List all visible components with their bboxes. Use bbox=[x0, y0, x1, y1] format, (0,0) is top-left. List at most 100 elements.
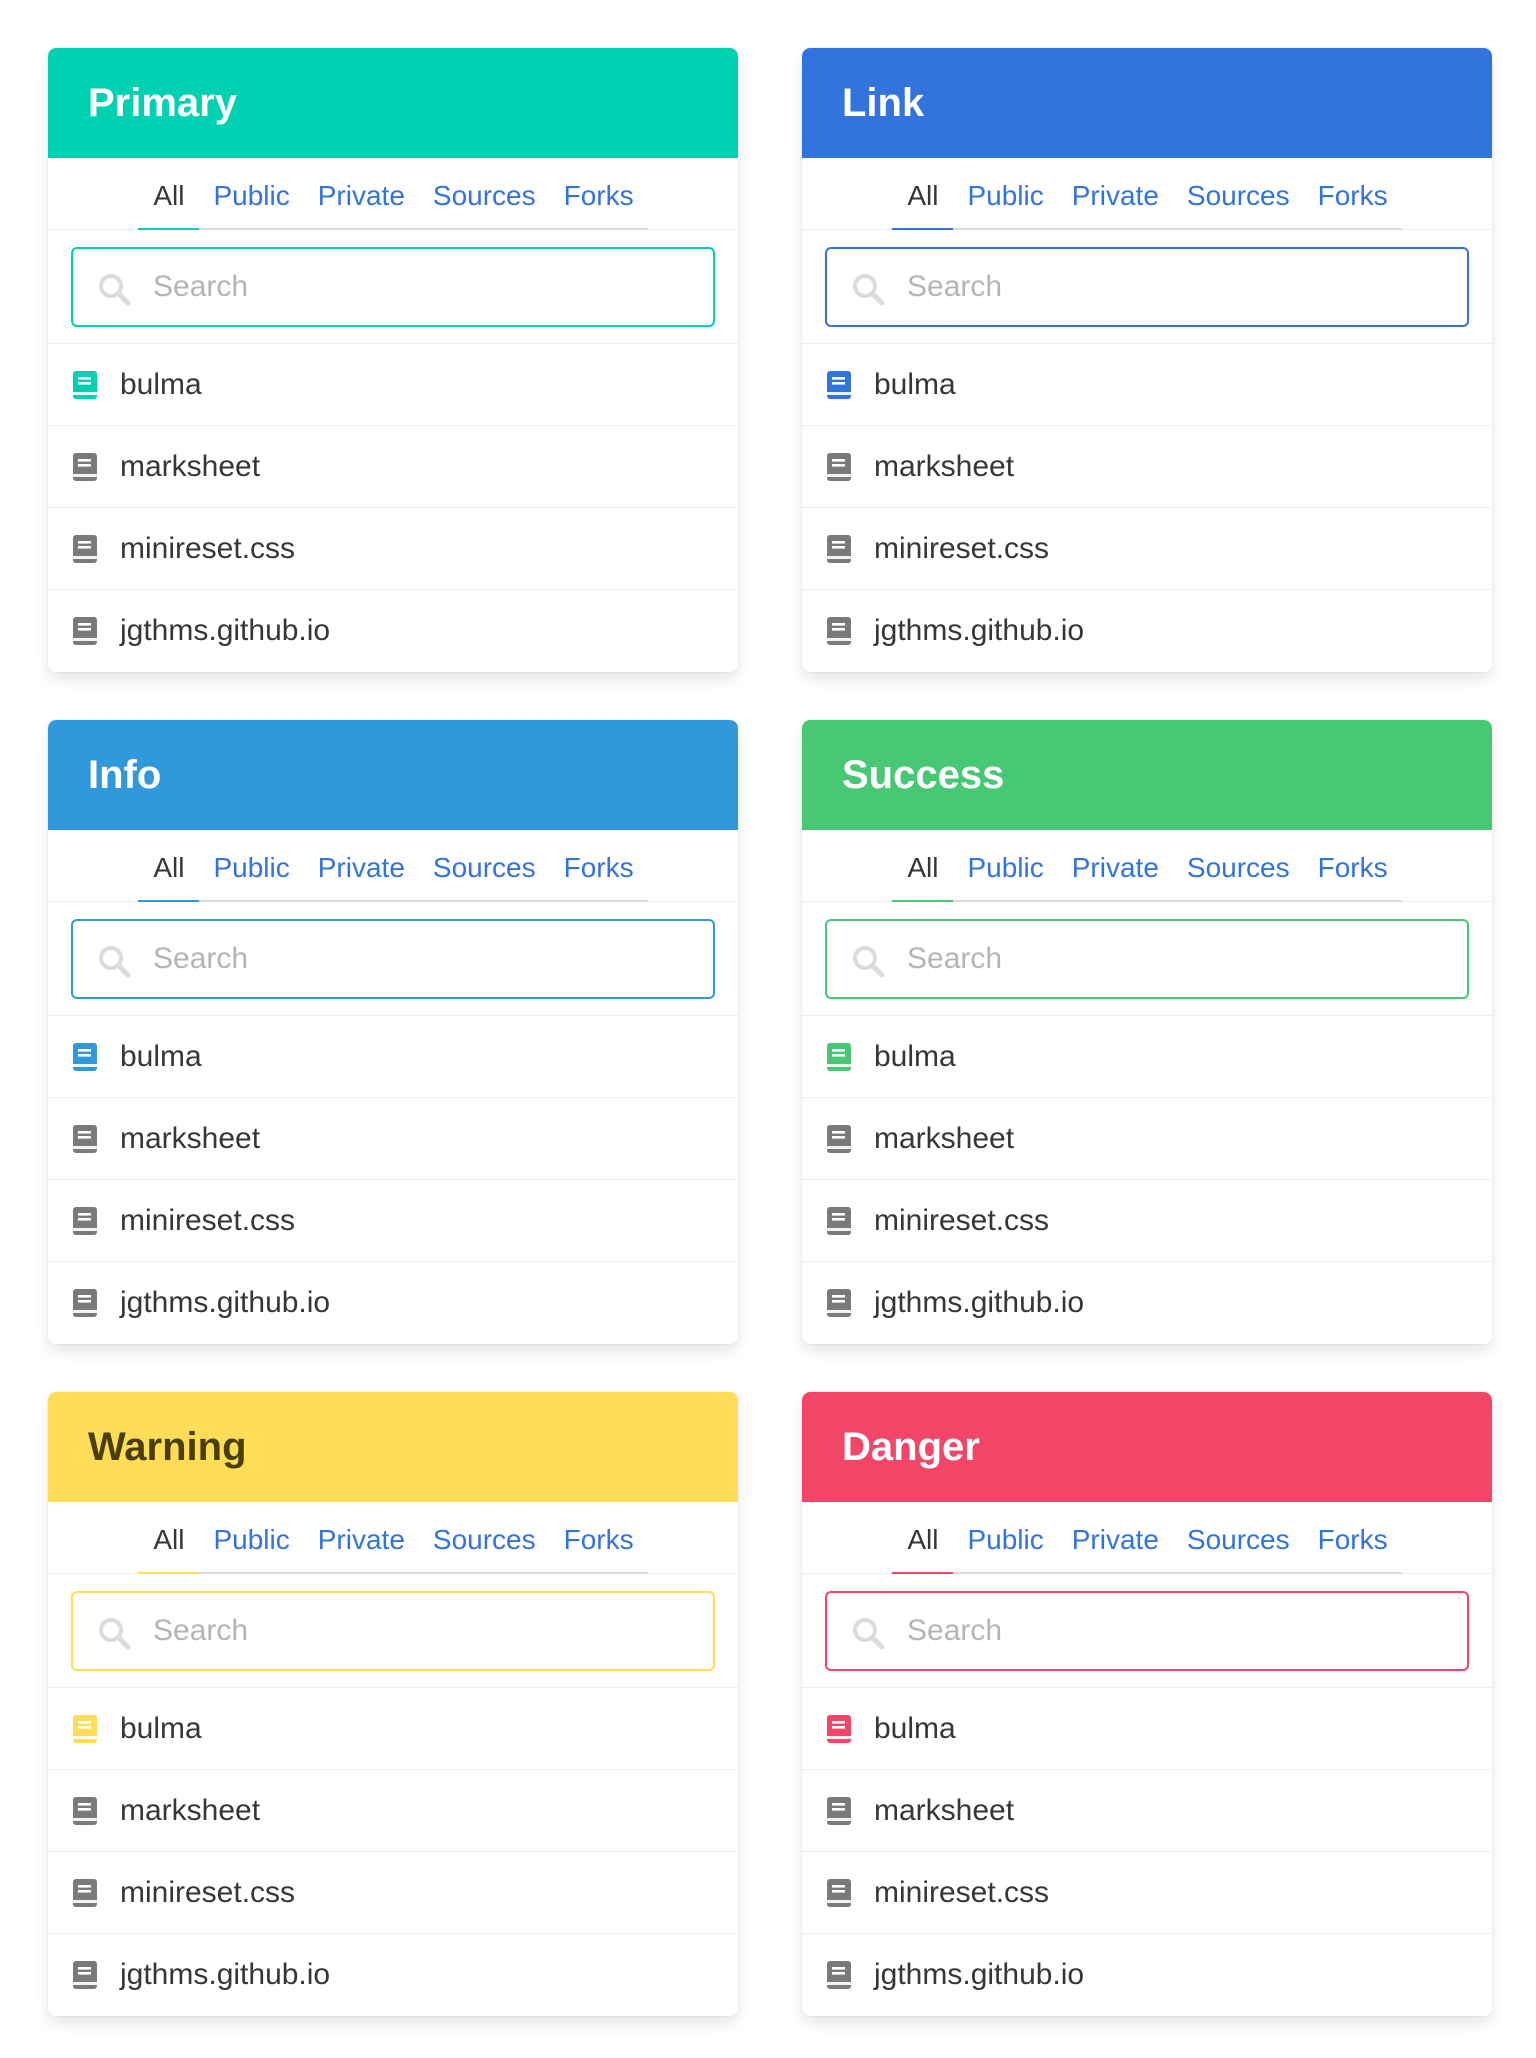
book-icon bbox=[72, 1796, 98, 1826]
book-icon bbox=[72, 1878, 98, 1908]
repo-item[interactable]: minireset.css bbox=[48, 1180, 738, 1262]
search-field bbox=[825, 246, 1469, 327]
tab-all[interactable]: All bbox=[138, 180, 200, 230]
tab-public[interactable]: Public bbox=[199, 852, 303, 902]
repo-name: jgthms.github.io bbox=[874, 614, 1085, 647]
repo-item[interactable]: jgthms.github.io bbox=[48, 590, 738, 672]
book-icon bbox=[826, 1206, 852, 1236]
book-icon bbox=[72, 616, 98, 646]
repo-item[interactable]: minireset.css bbox=[802, 1852, 1492, 1934]
repo-item[interactable]: marksheet bbox=[802, 426, 1492, 508]
repo-item[interactable]: bulma bbox=[802, 1688, 1492, 1770]
tab-forks[interactable]: Forks bbox=[1304, 180, 1402, 230]
repo-name: marksheet bbox=[120, 1793, 261, 1827]
repo-item[interactable]: bulma bbox=[802, 344, 1492, 426]
search-input[interactable] bbox=[827, 1591, 1467, 1670]
tab-all[interactable]: All bbox=[892, 180, 954, 230]
tab-sources[interactable]: Sources bbox=[419, 852, 550, 902]
repo-name: jgthms.github.io bbox=[120, 1286, 331, 1319]
repo-item[interactable]: marksheet bbox=[48, 1098, 738, 1180]
repo-item[interactable]: jgthms.github.io bbox=[48, 1934, 738, 2016]
tab-all[interactable]: All bbox=[892, 1524, 954, 1574]
book-icon bbox=[826, 1796, 852, 1826]
search-block bbox=[802, 1574, 1492, 1688]
repo-item[interactable]: jgthms.github.io bbox=[802, 1934, 1492, 2016]
panel-tabs: All Public Private Sources Forks bbox=[48, 830, 738, 902]
repo-name: marksheet bbox=[120, 1121, 261, 1155]
repo-item[interactable]: marksheet bbox=[48, 1770, 738, 1852]
search-field bbox=[825, 1590, 1469, 1671]
search-input[interactable] bbox=[73, 919, 713, 998]
search-field bbox=[71, 1590, 715, 1671]
tab-forks[interactable]: Forks bbox=[550, 852, 648, 902]
repo-item[interactable]: marksheet bbox=[802, 1770, 1492, 1852]
book-icon bbox=[826, 1042, 852, 1072]
repo-item[interactable]: bulma bbox=[48, 344, 738, 426]
book-icon bbox=[826, 616, 852, 646]
book-icon bbox=[826, 1124, 852, 1154]
panel-tabs: All Public Private Sources Forks bbox=[802, 830, 1492, 902]
book-icon bbox=[72, 452, 98, 482]
search-block bbox=[48, 230, 738, 344]
repo-item[interactable]: minireset.css bbox=[802, 508, 1492, 590]
repo-item[interactable]: bulma bbox=[48, 1016, 738, 1098]
repo-item[interactable]: bulma bbox=[802, 1016, 1492, 1098]
book-icon bbox=[72, 1124, 98, 1154]
repo-item[interactable]: jgthms.github.io bbox=[48, 1262, 738, 1344]
tab-private[interactable]: Private bbox=[1058, 180, 1173, 230]
search-input[interactable] bbox=[827, 919, 1467, 998]
panel-heading: Success bbox=[802, 720, 1492, 830]
tab-all[interactable]: All bbox=[138, 1524, 200, 1574]
tab-private[interactable]: Private bbox=[1058, 852, 1173, 902]
book-icon bbox=[72, 1042, 98, 1072]
panel-heading: Info bbox=[48, 720, 738, 830]
tab-sources[interactable]: Sources bbox=[419, 1524, 550, 1574]
repo-item[interactable]: minireset.css bbox=[802, 1180, 1492, 1262]
tab-public[interactable]: Public bbox=[953, 852, 1057, 902]
panel-danger: DangerAllPublicPrivateSourcesForksbulmam… bbox=[802, 1392, 1492, 2016]
repo-item[interactable]: bulma bbox=[48, 1688, 738, 1770]
tab-private[interactable]: Private bbox=[304, 180, 419, 230]
repo-name: jgthms.github.io bbox=[120, 614, 331, 647]
repo-name: bulma bbox=[874, 1711, 956, 1745]
search-block bbox=[48, 1574, 738, 1688]
repo-name: minireset.css bbox=[120, 1875, 296, 1909]
repo-name: minireset.css bbox=[120, 1203, 296, 1237]
tab-forks[interactable]: Forks bbox=[1304, 852, 1402, 902]
search-input[interactable] bbox=[827, 247, 1467, 326]
tab-all[interactable]: All bbox=[138, 852, 200, 902]
search-field bbox=[71, 918, 715, 999]
search-block bbox=[802, 902, 1492, 1016]
tab-sources[interactable]: Sources bbox=[1173, 852, 1304, 902]
panel-info: InfoAllPublicPrivateSourcesForksbulmamar… bbox=[48, 720, 738, 1344]
tab-private[interactable]: Private bbox=[1058, 1524, 1173, 1574]
search-block bbox=[802, 230, 1492, 344]
tab-public[interactable]: Public bbox=[199, 1524, 303, 1574]
tab-forks[interactable]: Forks bbox=[550, 1524, 648, 1574]
repo-item[interactable]: jgthms.github.io bbox=[802, 590, 1492, 672]
repo-name: minireset.css bbox=[120, 531, 296, 565]
repo-name: bulma bbox=[120, 1039, 202, 1073]
book-icon bbox=[72, 1714, 98, 1744]
search-input[interactable] bbox=[73, 247, 713, 326]
tab-sources[interactable]: Sources bbox=[1173, 1524, 1304, 1574]
tab-public[interactable]: Public bbox=[953, 180, 1057, 230]
book-icon bbox=[826, 452, 852, 482]
tab-private[interactable]: Private bbox=[304, 1524, 419, 1574]
repo-item[interactable]: jgthms.github.io bbox=[802, 1262, 1492, 1344]
tab-sources[interactable]: Sources bbox=[1173, 180, 1304, 230]
tab-sources[interactable]: Sources bbox=[419, 180, 550, 230]
tab-all[interactable]: All bbox=[892, 852, 954, 902]
tab-forks[interactable]: Forks bbox=[550, 180, 648, 230]
repo-item[interactable]: marksheet bbox=[48, 426, 738, 508]
tab-private[interactable]: Private bbox=[304, 852, 419, 902]
tab-forks[interactable]: Forks bbox=[1304, 1524, 1402, 1574]
repo-name: jgthms.github.io bbox=[874, 1286, 1085, 1319]
repo-item[interactable]: minireset.css bbox=[48, 1852, 738, 1934]
repo-item[interactable]: minireset.css bbox=[48, 508, 738, 590]
search-input[interactable] bbox=[73, 1591, 713, 1670]
repo-item[interactable]: marksheet bbox=[802, 1098, 1492, 1180]
tab-public[interactable]: Public bbox=[953, 1524, 1057, 1574]
tab-public[interactable]: Public bbox=[199, 180, 303, 230]
panel-heading: Primary bbox=[48, 48, 738, 158]
